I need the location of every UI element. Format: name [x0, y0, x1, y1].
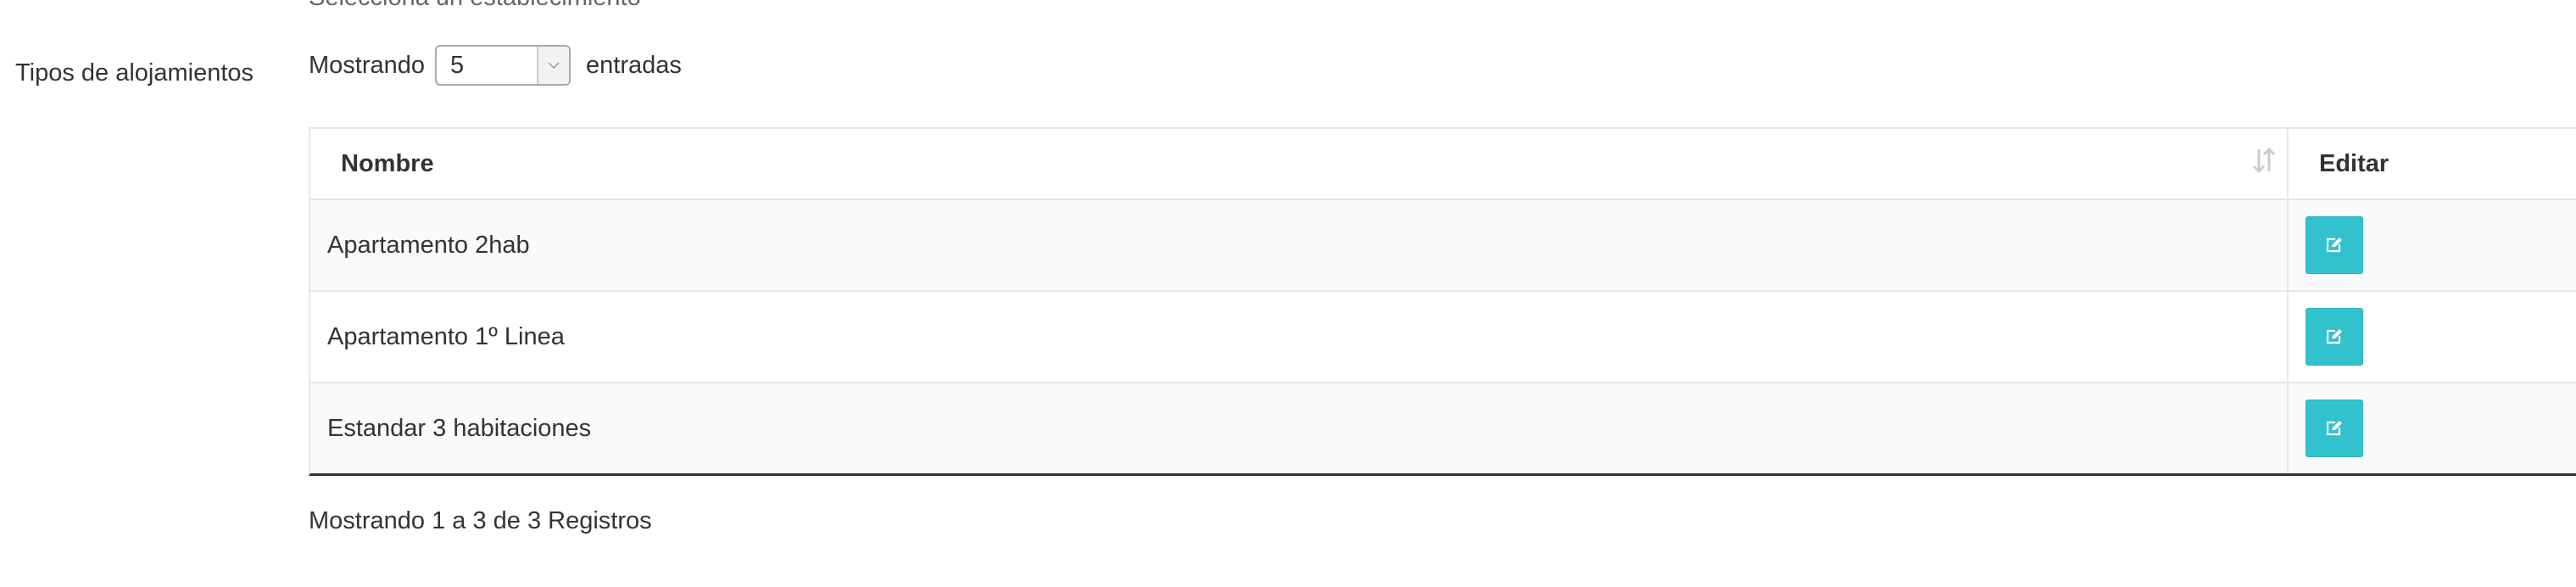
- table-info: Mostrando 1 a 3 de 3 Registros: [309, 507, 652, 534]
- table-row: Apartamento 1º Linea: [310, 291, 2576, 383]
- edit-icon: [2326, 238, 2342, 253]
- table-length-control: Mostrando 5 entradas: [309, 44, 682, 87]
- edit-button[interactable]: [2306, 308, 2363, 366]
- page: Selecciona un establecimiento Tipos de a…: [0, 0, 2576, 587]
- row-edit-cell: [2287, 291, 2576, 383]
- edit-icon: [2326, 329, 2342, 344]
- establishment-hint: Selecciona un establecimiento: [309, 0, 641, 12]
- entries-select[interactable]: 5: [435, 45, 572, 86]
- edit-icon: [2326, 421, 2342, 436]
- length-suffix: entradas: [586, 51, 682, 79]
- row-edit-cell: [2287, 199, 2576, 292]
- row-name-cell: Apartamento 1º Linea: [310, 291, 2288, 383]
- row-edit-cell: [2287, 383, 2576, 473]
- chevron-down-icon: [537, 47, 570, 84]
- table-header-row: Nombre Editar: [310, 129, 2576, 200]
- edit-button[interactable]: [2306, 400, 2363, 457]
- edit-button[interactable]: [2306, 216, 2363, 274]
- table-row: Estandar 3 habitaciones: [310, 383, 2576, 473]
- data-table: Nombre Editar Apartamento 2hab Apartamen…: [309, 127, 2576, 476]
- table-row: Apartamento 2hab: [310, 199, 2576, 292]
- column-header-name[interactable]: Nombre: [310, 129, 2288, 200]
- row-name-cell: Estandar 3 habitaciones: [310, 383, 2288, 473]
- row-name-cell: Apartamento 2hab: [310, 199, 2288, 292]
- sort-icon: [2251, 146, 2277, 175]
- column-header-edit: Editar: [2287, 129, 2576, 200]
- entries-select-value: 5: [450, 51, 465, 79]
- field-label: Tipos de alojamientos: [15, 59, 254, 87]
- column-header-name-label: Nombre: [341, 149, 434, 177]
- length-prefix: Mostrando: [309, 51, 426, 79]
